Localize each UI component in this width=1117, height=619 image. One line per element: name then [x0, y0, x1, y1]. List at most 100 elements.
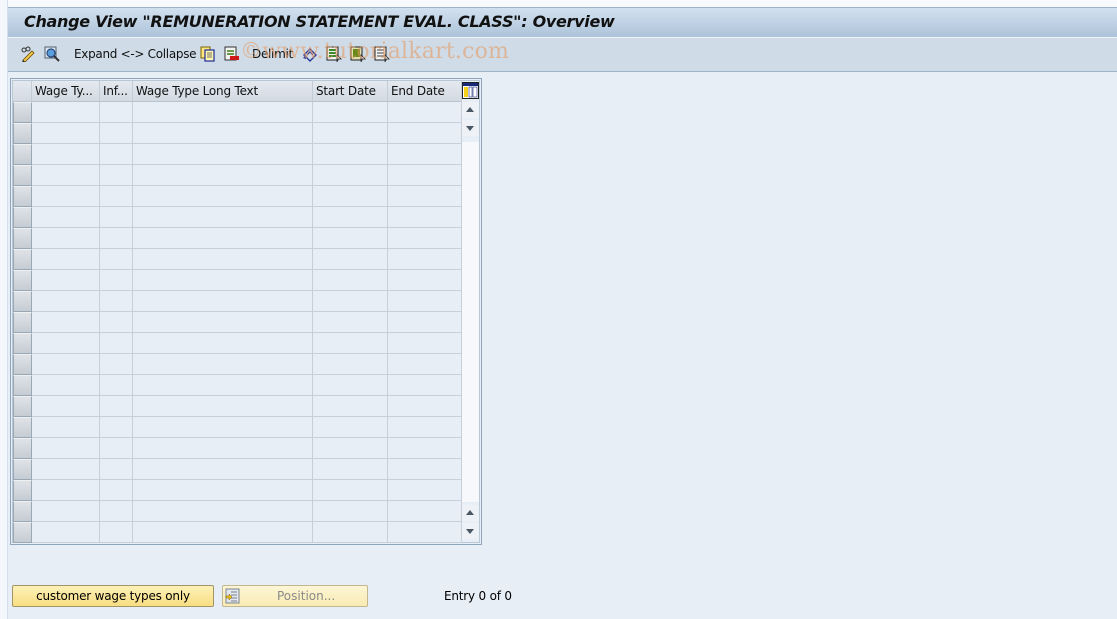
row-selector[interactable] — [13, 165, 32, 186]
table-cell[interactable] — [388, 207, 462, 228]
table-cell[interactable] — [133, 186, 313, 207]
table-cell[interactable] — [388, 249, 462, 270]
table-cell[interactable] — [313, 144, 388, 165]
table-cell[interactable] — [133, 102, 313, 123]
details-button[interactable] — [44, 45, 60, 63]
table-cell[interactable] — [133, 522, 313, 543]
table-cell[interactable] — [133, 123, 313, 144]
table-cell[interactable] — [133, 480, 313, 501]
row-selector[interactable] — [13, 186, 32, 207]
table-cell[interactable] — [32, 354, 100, 375]
table-cell[interactable] — [133, 270, 313, 291]
undo-change-button[interactable] — [302, 45, 318, 63]
table-cell[interactable] — [100, 522, 133, 543]
table-cell[interactable] — [133, 459, 313, 480]
column-header-start-date[interactable]: Start Date — [313, 81, 388, 102]
table-cell[interactable] — [313, 312, 388, 333]
table-cell[interactable] — [32, 375, 100, 396]
table-cell[interactable] — [313, 375, 388, 396]
table-cell[interactable] — [32, 228, 100, 249]
table-cell[interactable] — [313, 249, 388, 270]
table-cell[interactable] — [313, 207, 388, 228]
table-cell[interactable] — [133, 333, 313, 354]
table-cell[interactable] — [313, 186, 388, 207]
scroll-up-button[interactable] — [462, 102, 479, 118]
table-cell[interactable] — [388, 144, 462, 165]
row-selector[interactable] — [13, 438, 32, 459]
table-cell[interactable] — [32, 333, 100, 354]
column-header-long-text[interactable]: Wage Type Long Text — [133, 81, 313, 102]
table-cell[interactable] — [313, 165, 388, 186]
table-cell[interactable] — [133, 291, 313, 312]
table-cell[interactable] — [313, 354, 388, 375]
row-selector[interactable] — [13, 522, 32, 543]
table-cell[interactable] — [133, 354, 313, 375]
table-cell[interactable] — [100, 375, 133, 396]
table-cell[interactable] — [388, 375, 462, 396]
position-button[interactable]: Position... — [222, 585, 368, 607]
table-cell[interactable] — [32, 144, 100, 165]
table-cell[interactable] — [133, 249, 313, 270]
table-cell[interactable] — [32, 501, 100, 522]
table-cell[interactable] — [32, 312, 100, 333]
select-block-button[interactable] — [350, 45, 366, 63]
table-cell[interactable] — [388, 396, 462, 417]
table-cell[interactable] — [100, 165, 133, 186]
table-cell[interactable] — [313, 291, 388, 312]
column-header-wage-type[interactable]: Wage Ty... — [32, 81, 100, 102]
table-cell[interactable] — [388, 333, 462, 354]
table-settings-icon[interactable] — [462, 82, 479, 99]
row-selector[interactable] — [13, 354, 32, 375]
table-cell[interactable] — [32, 270, 100, 291]
table-cell[interactable] — [100, 480, 133, 501]
table-cell[interactable] — [100, 228, 133, 249]
table-cell[interactable] — [133, 438, 313, 459]
table-cell[interactable] — [100, 501, 133, 522]
table-cell[interactable] — [388, 123, 462, 144]
table-cell[interactable] — [313, 333, 388, 354]
select-all-rows-header[interactable] — [13, 81, 32, 102]
table-cell[interactable] — [100, 354, 133, 375]
table-cell[interactable] — [133, 228, 313, 249]
expand-collapse-button[interactable]: Expand <-> Collapse — [74, 45, 197, 63]
row-selector[interactable] — [13, 312, 32, 333]
table-cell[interactable] — [100, 312, 133, 333]
delete-button[interactable] — [224, 45, 240, 63]
row-selector[interactable] — [13, 501, 32, 522]
table-cell[interactable] — [100, 186, 133, 207]
table-cell[interactable] — [313, 438, 388, 459]
vertical-scrollbar[interactable] — [462, 102, 479, 542]
table-cell[interactable] — [32, 102, 100, 123]
table-cell[interactable] — [32, 165, 100, 186]
table-cell[interactable] — [313, 123, 388, 144]
table-cell[interactable] — [100, 207, 133, 228]
table-cell[interactable] — [32, 522, 100, 543]
row-selector[interactable] — [13, 144, 32, 165]
table-cell[interactable] — [32, 291, 100, 312]
table-cell[interactable] — [388, 270, 462, 291]
column-header-inf[interactable]: Inf... — [100, 81, 133, 102]
display-change-button[interactable] — [20, 45, 36, 63]
table-cell[interactable] — [388, 522, 462, 543]
row-selector[interactable] — [13, 333, 32, 354]
table-cell[interactable] — [32, 186, 100, 207]
table-cell[interactable] — [100, 333, 133, 354]
row-selector[interactable] — [13, 417, 32, 438]
table-cell[interactable] — [388, 291, 462, 312]
table-cell[interactable] — [100, 396, 133, 417]
row-selector[interactable] — [13, 375, 32, 396]
row-selector[interactable] — [13, 123, 32, 144]
delimit-button[interactable]: Delimit — [252, 45, 293, 63]
scroll-track[interactable] — [462, 142, 479, 502]
table-cell[interactable] — [388, 501, 462, 522]
row-selector[interactable] — [13, 207, 32, 228]
select-all-button[interactable] — [326, 45, 342, 63]
table-cell[interactable] — [313, 228, 388, 249]
table-cell[interactable] — [32, 207, 100, 228]
row-selector[interactable] — [13, 396, 32, 417]
table-cell[interactable] — [313, 480, 388, 501]
table-cell[interactable] — [100, 249, 133, 270]
table-cell[interactable] — [133, 312, 313, 333]
table-cell[interactable] — [388, 228, 462, 249]
table-cell[interactable] — [133, 375, 313, 396]
